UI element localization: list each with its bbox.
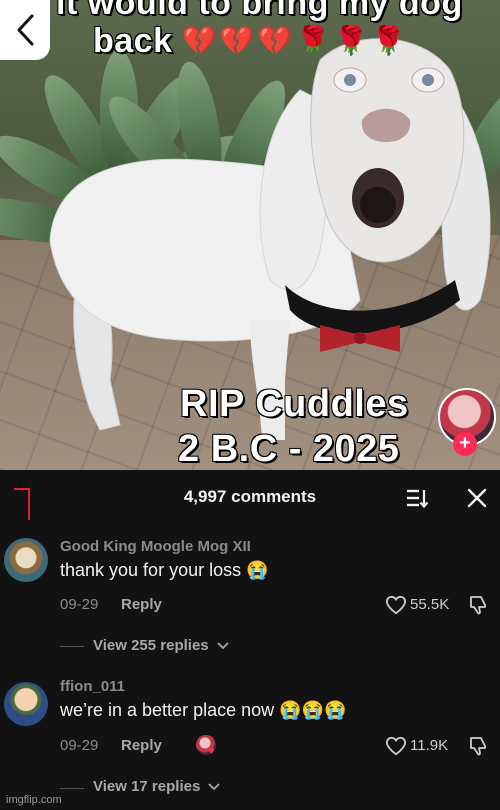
like-count: 55.5K [410,596,450,613]
follow-button[interactable]: + [453,432,477,456]
reply-button[interactable]: Reply [121,596,162,613]
sort-icon[interactable] [405,487,429,509]
comment-item: Good King Moogle Mog XII thank you for y… [0,538,500,678]
rip-caption-line1: RIP Cuddles [179,382,409,426]
avatar[interactable] [4,682,48,726]
comments-sheet: 4,997 comments Good King Moogle Mog XII … [0,470,500,810]
rose-emoji: 🌹 [371,25,407,56]
comment-text: we’re in a better place now 😭😭😭 [60,700,347,720]
broken-heart-emoji: 💔 [182,25,217,56]
video-player[interactable]: it would to bring my dog back 💔 💔 💔 🌹 🌹 … [0,0,500,470]
like-count: 11.9K [410,737,449,754]
comment-username[interactable]: ffion_011 [60,678,125,695]
dislike-icon[interactable] [468,736,488,756]
avatar[interactable] [4,538,48,582]
view-replies-button[interactable]: View 17 replies [93,778,221,795]
heart-icon[interactable] [385,736,407,756]
replies-divider [60,646,84,647]
chevron-left-icon [17,14,34,46]
replies-divider [60,788,84,789]
chevron-down-icon [208,783,221,791]
comments-header: 4,997 comments [0,470,500,522]
comment-username[interactable]: Good King Moogle Mog XII [60,538,251,555]
rip-caption-line2: 2 B.C - 2025 [177,427,400,470]
comment-text: thank you for your loss 😭 [60,560,269,580]
caption-emoji-row: 💔 💔 💔 🌹 🌹 🌹 [182,24,406,58]
view-replies-label: View 255 replies [93,637,209,654]
reply-button[interactable]: Reply [121,737,162,754]
rose-emoji: 🌹 [295,25,331,56]
comment-date: 09-29 [60,596,99,613]
comment-item: ffion_011 we’re in a better place now 😭😭… [0,678,500,810]
back-button[interactable] [0,0,50,60]
view-replies-button[interactable]: View 255 replies [93,637,229,654]
chevron-down-icon [217,642,229,650]
video-caption-line2: back [92,21,173,61]
rose-emoji: 🌹 [333,25,369,56]
comment-date: 09-29 [60,737,99,754]
watermark: imgflip.com [6,794,62,806]
video-caption-line1: it would to bring my dog [55,0,463,23]
dislike-icon[interactable] [468,595,488,615]
heart-icon[interactable] [385,595,407,615]
view-replies-label: View 17 replies [93,778,201,795]
broken-heart-emoji: 💔 [219,25,255,56]
broken-heart-emoji: 💔 [257,25,293,56]
close-icon[interactable] [466,487,488,509]
creator-heart-icon: ♥ [208,745,215,757]
